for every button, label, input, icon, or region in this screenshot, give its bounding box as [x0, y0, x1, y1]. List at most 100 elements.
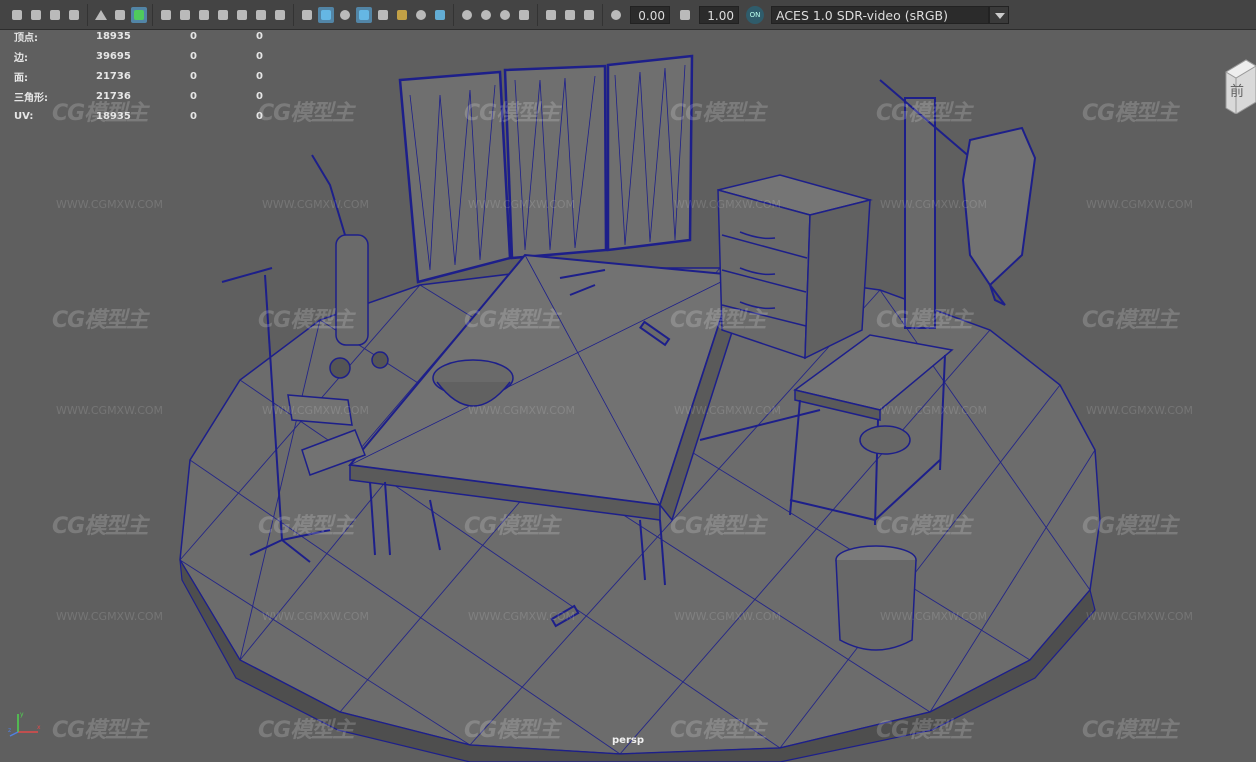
- hud-value: 21736: [96, 90, 131, 102]
- toolbar-group-color: 0.00 1.00 ON ACES 1.0 SDR-video (sRGB): [603, 4, 1014, 26]
- watermark-logo: CG模型主: [876, 308, 972, 333]
- backface-culling-icon[interactable]: [581, 7, 597, 23]
- xray-joints-icon[interactable]: [562, 7, 578, 23]
- grid-icon[interactable]: [158, 7, 174, 23]
- gate-mask-icon[interactable]: [215, 7, 231, 23]
- xray-icon[interactable]: [543, 7, 559, 23]
- watermark-url: WWW.CGMXW.COM: [262, 198, 370, 211]
- hud-value: 18935: [96, 110, 131, 122]
- hud-row-vertices: 顶点: 18935 0 0: [14, 26, 296, 46]
- hud-value: 0: [256, 30, 263, 42]
- watermark-url: WWW.CGMXW.COM: [674, 404, 782, 417]
- image-plane-icon[interactable]: [47, 7, 63, 23]
- watermark-url: WWW.CGMXW.COM: [880, 404, 988, 417]
- axis-z-label: z: [8, 727, 11, 734]
- watermark-url: WWW.CGMXW.COM: [674, 198, 782, 211]
- hud-value: 0: [256, 70, 263, 82]
- use-all-lights-icon[interactable]: [394, 7, 410, 23]
- hud-label: 三角形:: [14, 92, 48, 104]
- hud-value: 0: [256, 110, 263, 122]
- gamma-icon[interactable]: [677, 7, 693, 23]
- default-material-icon[interactable]: [337, 7, 353, 23]
- watermark-url: WWW.CGMXW.COM: [674, 610, 782, 623]
- hud-value: 0: [190, 110, 197, 122]
- toolbar-group-camera: [4, 3, 88, 26]
- film-gate-icon[interactable]: [177, 7, 193, 23]
- hud-value: 0: [190, 70, 197, 82]
- color-space-dropdown[interactable]: ACES 1.0 SDR-video (sRGB): [771, 5, 1009, 24]
- wireframe-icon[interactable]: [299, 7, 315, 23]
- wireframe-on-shaded-icon[interactable]: [356, 6, 372, 23]
- exposure-icon[interactable]: [608, 7, 624, 23]
- watermark-logo: CG模型主: [464, 308, 560, 333]
- maya-viewport-app: 0.00 1.00 ON ACES 1.0 SDR-video (sRGB) C…: [0, 0, 1256, 762]
- axis-gizmo: x y z: [8, 711, 41, 737]
- camera-name-label: persp: [612, 735, 644, 746]
- color-management-toggle[interactable]: ON: [746, 5, 764, 24]
- view-cube-front-label: 前: [1230, 83, 1244, 100]
- hud-value: 0: [190, 50, 197, 62]
- depth-of-field-icon[interactable]: [497, 7, 513, 23]
- watermark-url: WWW.CGMXW.COM: [880, 610, 988, 623]
- watermark-url: WWW.CGMXW.COM: [468, 404, 576, 417]
- hud-label: 边:: [14, 52, 28, 64]
- toolbar-group-shading: [294, 3, 454, 26]
- hud-value: 39695: [96, 50, 131, 62]
- safe-title-icon[interactable]: [272, 7, 288, 23]
- hud-value: 21736: [96, 70, 131, 82]
- hud-label: 面:: [14, 72, 28, 84]
- watermark-logo: CG模型主: [52, 514, 148, 539]
- field-chart-icon[interactable]: [234, 7, 250, 23]
- textured-icon[interactable]: [375, 7, 391, 23]
- grease-pencil-tool-icon[interactable]: [131, 6, 147, 23]
- color-space-value: ACES 1.0 SDR-video (sRGB): [771, 5, 989, 24]
- hud-row-triangles: 三角形: 21736 0 0: [14, 86, 296, 106]
- waste-bin: [835, 545, 917, 651]
- exposure-field[interactable]: 0.00: [630, 5, 670, 24]
- watermark-url: WWW.CGMXW.COM: [468, 198, 576, 211]
- camera-icon[interactable]: [9, 7, 25, 23]
- watermark-logo: CG模型主: [670, 101, 766, 126]
- shadows-icon[interactable]: [413, 7, 429, 23]
- hud-value: 0: [256, 50, 263, 62]
- watermark-url: WWW.CGMXW.COM: [56, 198, 164, 211]
- chevron-down-icon[interactable]: [989, 5, 1009, 24]
- toolbar-group-gates: [153, 3, 294, 26]
- hud-row-uvs: UV: 18935 0 0: [14, 106, 296, 126]
- watermark-url: WWW.CGMXW.COM: [1086, 610, 1194, 623]
- 3d-viewport[interactable]: [0, 30, 1256, 762]
- multisample-aa-icon[interactable]: [478, 7, 494, 23]
- watermark-logo: CG模型主: [258, 308, 354, 333]
- resolution-gate-icon[interactable]: [196, 7, 212, 23]
- isolate-select-icon[interactable]: [516, 7, 532, 23]
- axis-y-label: y: [20, 711, 24, 718]
- watermark-logo: CG模型主: [1082, 101, 1178, 126]
- safe-action-icon[interactable]: [253, 7, 269, 23]
- smooth-shade-icon[interactable]: [318, 6, 334, 23]
- camera-attributes-icon[interactable]: [28, 7, 44, 23]
- watermark-logo: CG模型主: [876, 101, 972, 126]
- 2d-pan-zoom-icon[interactable]: [112, 7, 128, 23]
- grease-pencil-icon[interactable]: [93, 7, 109, 23]
- motion-blur-icon[interactable]: [459, 7, 475, 23]
- screen-space-ao-icon[interactable]: [432, 7, 448, 23]
- hud-value: 0: [256, 90, 263, 102]
- watermark-logo: CG模型主: [1082, 514, 1178, 539]
- watermark-logo: CG模型主: [258, 514, 354, 539]
- hud-row-faces: 面: 21736 0 0: [14, 66, 296, 86]
- watermark-url: WWW.CGMXW.COM: [1086, 404, 1194, 417]
- gamma-field[interactable]: 1.00: [699, 5, 739, 24]
- watermark-logo: CG模型主: [876, 514, 972, 539]
- watermark-logo: CG模型主: [670, 514, 766, 539]
- toolbar-group-pencil: [88, 3, 153, 26]
- toolbar-group-xray: [538, 3, 603, 26]
- bookmark-icon[interactable]: [66, 7, 82, 23]
- hud-label: 顶点:: [14, 32, 38, 44]
- watermark-logo: CG模型主: [1082, 308, 1178, 333]
- folding-screen: [398, 54, 694, 284]
- hud-value: 0: [190, 90, 197, 102]
- watermark-url: WWW.CGMXW.COM: [1086, 198, 1194, 211]
- view-cube[interactable]: 前: [1222, 58, 1256, 114]
- toolbar-group-effects: [454, 3, 538, 26]
- poly-count-hud: 顶点: 18935 0 0 边: 39695 0 0 面: 21736 0 0 …: [14, 26, 296, 126]
